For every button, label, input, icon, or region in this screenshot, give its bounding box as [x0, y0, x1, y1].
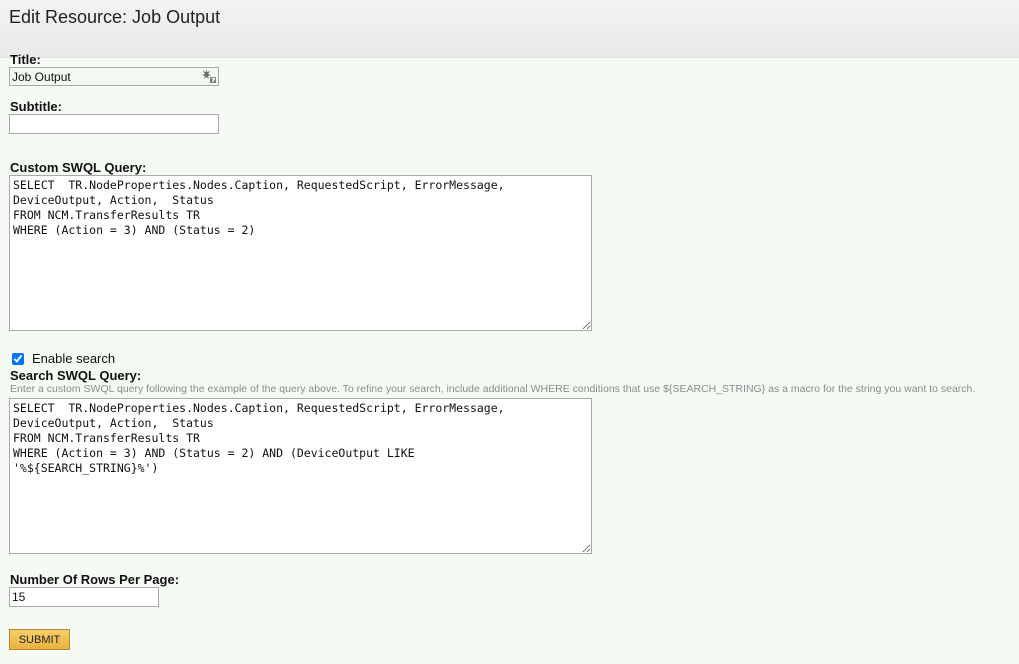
enable-search-label: Enable search: [32, 351, 116, 366]
page-title: Edit Resource: Job Output: [9, 7, 221, 27]
subtitle-input[interactable]: [9, 114, 219, 134]
title-input[interactable]: [9, 67, 219, 86]
macro-icon[interactable]: [201, 68, 217, 84]
custom-query-textarea[interactable]: SELECT TR.NodeProperties.Nodes.Caption, …: [9, 175, 592, 331]
enable-search-checkbox[interactable]: [12, 352, 24, 365]
subtitle-label: Subtitle:: [10, 99, 62, 114]
enable-search-row[interactable]: Enable search: [12, 351, 115, 366]
search-query-textarea[interactable]: SELECT TR.NodeProperties.Nodes.Caption, …: [9, 398, 592, 554]
custom-query-label: Custom SWQL Query:: [10, 160, 147, 175]
search-query-label: Search SWQL Query:: [10, 368, 142, 383]
rows-per-page-input[interactable]: [9, 587, 159, 607]
page-header: Edit Resource: Job Output: [0, 0, 1019, 58]
rows-per-page-label: Number Of Rows Per Page:: [10, 572, 180, 587]
title-field-wrapper: [9, 67, 219, 86]
title-label: Title:: [10, 52, 41, 67]
submit-button[interactable]: SUBMIT: [9, 629, 70, 650]
search-hint: Enter a custom SWQL query following the …: [10, 383, 976, 395]
